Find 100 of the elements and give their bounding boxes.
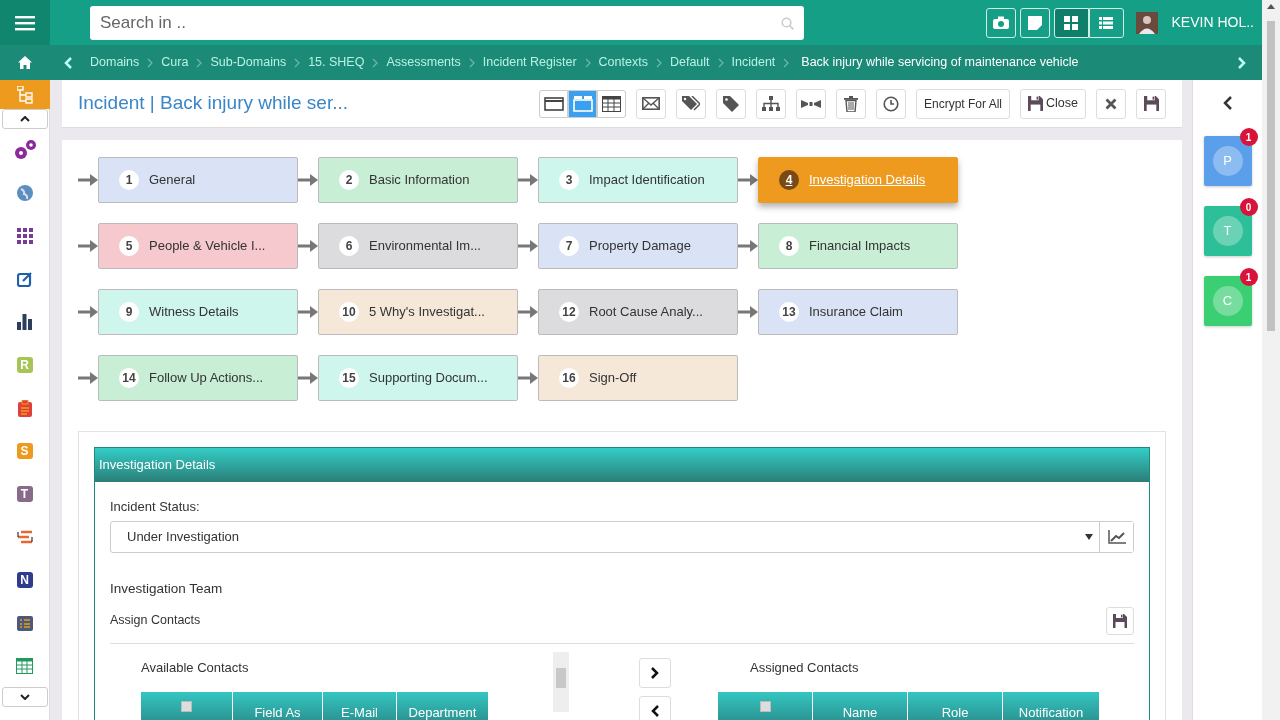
step-tab[interactable]: 3 Impact Identification xyxy=(538,157,738,203)
arrow-icon xyxy=(738,306,758,318)
section-label: Investigation Team xyxy=(110,579,224,598)
checkbox[interactable] xyxy=(759,701,771,713)
step-tab[interactable]: 8 Financial Impacts xyxy=(758,223,958,269)
move-left-button[interactable] xyxy=(639,695,671,720)
field-label: Incident Status: xyxy=(110,498,201,516)
search-field[interactable]: Search in .. xyxy=(90,5,804,40)
chevron-icon xyxy=(372,57,379,68)
move-right-button[interactable] xyxy=(639,657,671,688)
step-tab[interactable]: 4 Investigation Details xyxy=(758,157,958,203)
breadcrumb-link[interactable]: Sub-Domains xyxy=(210,53,287,72)
gears-icon xyxy=(12,139,37,162)
avatar xyxy=(1135,11,1158,34)
sidebar-item[interactable]: N xyxy=(0,558,50,602)
sitemap-icon xyxy=(762,95,780,112)
step-tab[interactable]: 9 Witness Details xyxy=(98,289,298,335)
bowtie-icon xyxy=(801,97,821,110)
scroll-down-button[interactable] xyxy=(1,687,48,708)
menu-icon xyxy=(15,14,35,31)
column-header: Name xyxy=(813,692,908,720)
tags-button[interactable] xyxy=(676,88,706,119)
note-icon xyxy=(1027,15,1042,30)
home-icon[interactable] xyxy=(18,56,32,69)
close-button[interactable]: Close xyxy=(1020,88,1086,119)
arrow-icon xyxy=(78,372,98,384)
delete-button[interactable] xyxy=(836,88,866,119)
sidebar-item[interactable]: T xyxy=(0,472,50,516)
step-number: 2 xyxy=(339,170,359,190)
arrow-icon xyxy=(738,174,758,186)
save-button[interactable] xyxy=(1106,606,1134,635)
arrow-icon xyxy=(518,174,538,186)
menu-button[interactable] xyxy=(0,0,50,45)
step-number: 13 xyxy=(779,302,799,322)
view-mode-button[interactable] xyxy=(597,89,626,118)
edit-icon xyxy=(16,271,33,288)
step-number: 9 xyxy=(119,302,139,322)
step-tab[interactable]: 6 Environmental Im... xyxy=(318,223,518,269)
checkbox[interactable] xyxy=(181,701,192,713)
step-tab[interactable]: 1 General xyxy=(98,157,298,203)
scrollbar[interactable] xyxy=(553,651,569,712)
section-label: Assign Contacts xyxy=(110,612,201,630)
step-number: 1 xyxy=(119,170,139,190)
chevron-down-icon xyxy=(19,694,30,701)
tag-button[interactable] xyxy=(716,88,746,119)
step-tab[interactable]: 5 People & Vehicle I... xyxy=(98,223,298,269)
grid-view-button[interactable] xyxy=(1053,7,1089,38)
email-button[interactable] xyxy=(636,88,666,119)
chevron-icon xyxy=(468,57,475,68)
step-tab[interactable]: 16 Sign-Off xyxy=(538,355,738,401)
breadcrumb-link[interactable]: Cura xyxy=(161,53,189,72)
collapse-icon[interactable] xyxy=(1222,96,1233,110)
arrow-icon xyxy=(518,306,538,318)
arrow-icon xyxy=(298,306,318,318)
scroll-up-icon[interactable] xyxy=(1267,4,1275,9)
step-tab[interactable]: 14 Follow Up Actions... xyxy=(98,355,298,401)
letter-icon: N xyxy=(16,572,33,589)
close-icon xyxy=(1105,97,1117,110)
note-button[interactable] xyxy=(1019,7,1050,38)
page-title: Incident | Back injury while ser... xyxy=(78,91,348,116)
globe-icon xyxy=(16,185,33,202)
tags-icon xyxy=(682,95,700,112)
scrollbar-thumb[interactable] xyxy=(1267,21,1275,331)
trash-icon xyxy=(844,95,858,112)
breadcrumb-link[interactable]: Back injury while servicing of maintenance vehicle xyxy=(801,53,1079,72)
column-header: Department xyxy=(397,692,489,720)
list-view-button[interactable] xyxy=(1088,7,1124,38)
step-tab[interactable]: 13 Insurance Claim xyxy=(758,289,958,335)
hierarchy-button[interactable] xyxy=(756,88,786,119)
bowtie-button[interactable] xyxy=(796,88,826,119)
clipboard-icon xyxy=(17,399,32,417)
history-button[interactable] xyxy=(876,88,906,119)
step-tab[interactable]: 7 Property Damage xyxy=(538,223,738,269)
breadcrumb-link[interactable]: Contexts xyxy=(598,53,648,72)
chevron-icon xyxy=(655,57,662,68)
tile-letter: T xyxy=(1212,216,1243,246)
chevron-left-icon xyxy=(651,704,659,717)
step-number: 10 xyxy=(339,302,359,322)
save-button[interactable] xyxy=(1136,88,1166,119)
step-number: 15 xyxy=(339,368,359,388)
cancel-button[interactable] xyxy=(1096,88,1126,119)
chevron-icon xyxy=(196,57,203,68)
scroll-up-button[interactable] xyxy=(1,109,48,129)
breadcrumb-link[interactable]: Default xyxy=(669,53,710,72)
chevron-up-icon xyxy=(19,116,30,123)
swap-icon xyxy=(16,529,33,546)
step-tab[interactable]: 2 Basic Information xyxy=(318,157,518,203)
chevron-icon xyxy=(147,57,154,68)
letter-icon: R xyxy=(16,357,33,374)
view-mode-button[interactable] xyxy=(539,89,568,118)
step-tab[interactable]: 15 Supporting Docum... xyxy=(318,355,518,401)
arrow-icon xyxy=(298,240,318,252)
step-tab[interactable]: 10 5 Why's Investigat... xyxy=(318,289,518,335)
panel-view-icon xyxy=(543,96,564,111)
step-number: 4 xyxy=(779,170,799,190)
camera-button[interactable] xyxy=(985,7,1016,38)
step-tab[interactable]: 12 Root Cause Analy... xyxy=(538,289,738,335)
search-icon xyxy=(781,16,794,30)
list-icon xyxy=(1099,16,1114,29)
encrypt-button[interactable]: Encrypt For All xyxy=(916,88,1011,119)
